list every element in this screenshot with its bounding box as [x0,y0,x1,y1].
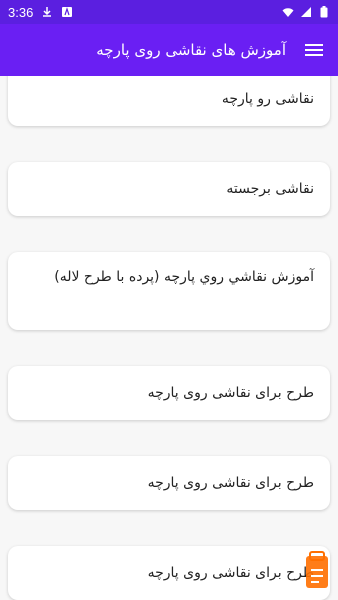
status-time: 3:36 [8,4,34,20]
status-bar: 3:36 [0,0,338,24]
app-bar: آموزش های نقاشی روی پارچه [0,24,338,76]
list-item[interactable]: آموزش نقاشي روي پارچه (پرده با طرح لاله) [8,252,330,330]
list-item-label: طرح برای نقاشی روی پارچه [147,385,314,401]
list-item-label: طرح برای نقاشی روی پارچه [147,565,314,581]
list-item-label: طرح برای نقاشی روی پارچه [147,475,314,491]
content-list: نقاشی رو پارچه نقاشی برجسته آموزش نقاشي … [0,76,338,600]
battery-icon [318,6,330,18]
list-item[interactable]: طرح برای نقاشی روی پارچه [8,456,330,510]
list-item[interactable]: طرح برای نقاشی روی پارچه [8,546,330,600]
list-item[interactable]: طرح برای نقاشی روی پارچه [8,366,330,420]
list-item-label: نقاشی رو پارچه [221,91,314,107]
list-item-label: نقاشی برجسته [226,181,314,197]
list-item[interactable]: نقاشی برجسته [8,162,330,216]
status-right [282,6,330,18]
list-item-label: آموزش نقاشي روي پارچه (پرده با طرح لاله) [54,269,314,285]
status-left: 3:36 [8,5,73,20]
app-notification-icon [61,6,73,18]
download-icon [41,6,53,18]
store-watermark-icon [304,550,330,590]
signal-icon [300,6,312,18]
app-title: آموزش های نقاشی روی پارچه [96,41,286,59]
wifi-icon [282,6,294,18]
hamburger-menu-icon[interactable] [302,38,326,62]
list-item[interactable]: نقاشی رو پارچه [8,76,330,126]
